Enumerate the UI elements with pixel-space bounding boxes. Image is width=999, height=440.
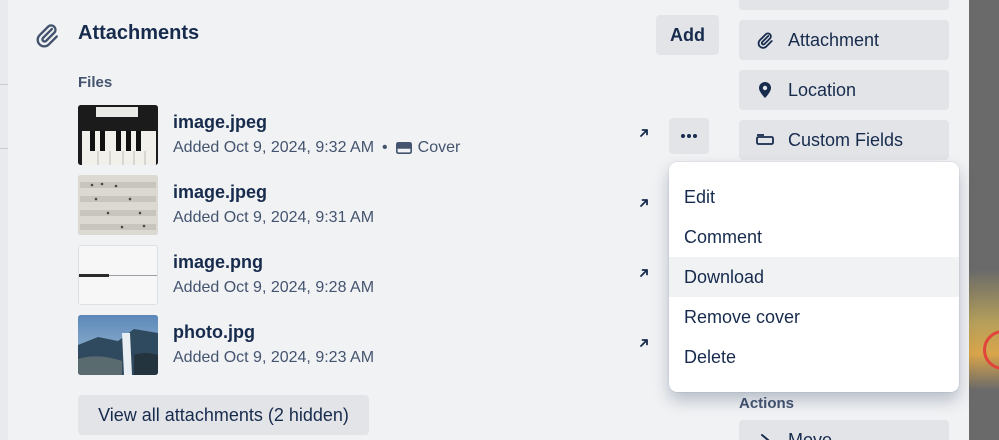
sidebar-attachment-button[interactable]: Attachment — [739, 20, 949, 60]
piano-thumbnail-graphic — [78, 105, 158, 165]
attachment-added-date: Added Oct 9, 2024, 9:28 AM — [173, 279, 375, 296]
screenshot-thumbnail-graphic — [79, 246, 157, 304]
menu-item-edit[interactable]: Edit — [669, 177, 959, 217]
waterfall-thumbnail-graphic — [78, 315, 158, 375]
attachment-added-date: Added Oct 9, 2024, 9:31 AM — [173, 209, 375, 226]
attachment-row[interactable]: image.jpeg Added Oct 9, 2024, 9:32 AM • … — [78, 105, 709, 167]
open-external-icon[interactable] — [636, 125, 652, 141]
more-actions-button[interactable] — [669, 118, 709, 154]
menu-item-comment[interactable]: Comment — [669, 217, 959, 257]
attachment-thumbnail[interactable] — [78, 245, 158, 305]
attachment-actions-menu: Edit Comment Download Remove cover Delet… — [669, 162, 959, 392]
open-external-icon[interactable] — [636, 195, 652, 211]
backdrop-divider — [0, 84, 8, 85]
meta-separator: • — [382, 139, 388, 156]
ellipsis-icon — [681, 134, 697, 138]
backdrop-graphic — [969, 270, 999, 390]
sidebar-move-button[interactable]: Move — [739, 420, 949, 440]
actions-section-label: Actions — [739, 395, 795, 412]
attachment-meta: Added Oct 9, 2024, 9:32 AM • Cover — [173, 139, 460, 157]
attachment-row[interactable]: photo.jpg Added Oct 9, 2024, 9:23 AM — [78, 315, 708, 377]
sheet-music-thumbnail-graphic — [78, 175, 158, 235]
menu-item-remove-cover[interactable]: Remove cover — [669, 297, 959, 337]
files-section-label: Files — [78, 74, 113, 91]
backdrop-right — [969, 0, 999, 440]
arrow-right-icon — [761, 434, 770, 440]
attachment-row[interactable]: image.png Added Oct 9, 2024, 9:28 AM — [78, 245, 708, 307]
sidebar-custom-fields-button[interactable]: Custom Fields — [739, 120, 949, 160]
menu-item-download[interactable]: Download — [669, 257, 959, 297]
backdrop-divider — [0, 148, 8, 149]
attachment-name[interactable]: photo.jpg — [173, 322, 255, 343]
open-external-icon[interactable] — [636, 335, 652, 351]
cover-label: Cover — [417, 139, 461, 156]
sidebar-button-label: Custom Fields — [788, 129, 904, 150]
location-pin-icon — [759, 82, 771, 98]
attachment-meta: Added Oct 9, 2024, 9:28 AM — [173, 279, 374, 297]
attachment-thumbnail[interactable] — [78, 105, 158, 165]
attachment-meta: Added Oct 9, 2024, 9:31 AM — [173, 209, 374, 227]
sidebar-button-partial[interactable] — [739, 0, 949, 10]
attachment-name[interactable]: image.jpeg — [173, 182, 267, 203]
attachment-added-date: Added Oct 9, 2024, 9:32 AM — [173, 139, 375, 156]
sidebar-button-label: Move — [788, 430, 833, 440]
attachment-name[interactable]: image.jpeg — [173, 112, 267, 133]
attachment-added-date: Added Oct 9, 2024, 9:23 AM — [173, 349, 375, 366]
attachment-thumbnail[interactable] — [78, 175, 158, 235]
card-cover-icon — [395, 142, 412, 154]
paperclip-icon — [757, 32, 773, 49]
paperclip-icon — [36, 24, 58, 48]
sidebar-location-button[interactable]: Location — [739, 70, 949, 110]
custom-fields-icon — [756, 134, 774, 145]
attachments-title: Attachments — [78, 22, 200, 44]
sidebar-button-label: Attachment — [788, 29, 880, 50]
attachment-name[interactable]: image.png — [173, 252, 263, 273]
sidebar-button-label: Location — [788, 79, 857, 100]
attachment-thumbnail[interactable] — [78, 315, 158, 375]
backdrop-left — [0, 0, 8, 440]
attachment-row[interactable]: image.jpeg Added Oct 9, 2024, 9:31 AM — [78, 175, 708, 237]
attachment-meta: Added Oct 9, 2024, 9:23 AM — [173, 349, 374, 367]
view-all-attachments-button[interactable]: View all attachments (2 hidden) — [78, 395, 369, 435]
menu-item-delete[interactable]: Delete — [669, 337, 959, 377]
open-external-icon[interactable] — [636, 265, 652, 281]
add-attachment-button[interactable]: Add — [656, 15, 719, 55]
